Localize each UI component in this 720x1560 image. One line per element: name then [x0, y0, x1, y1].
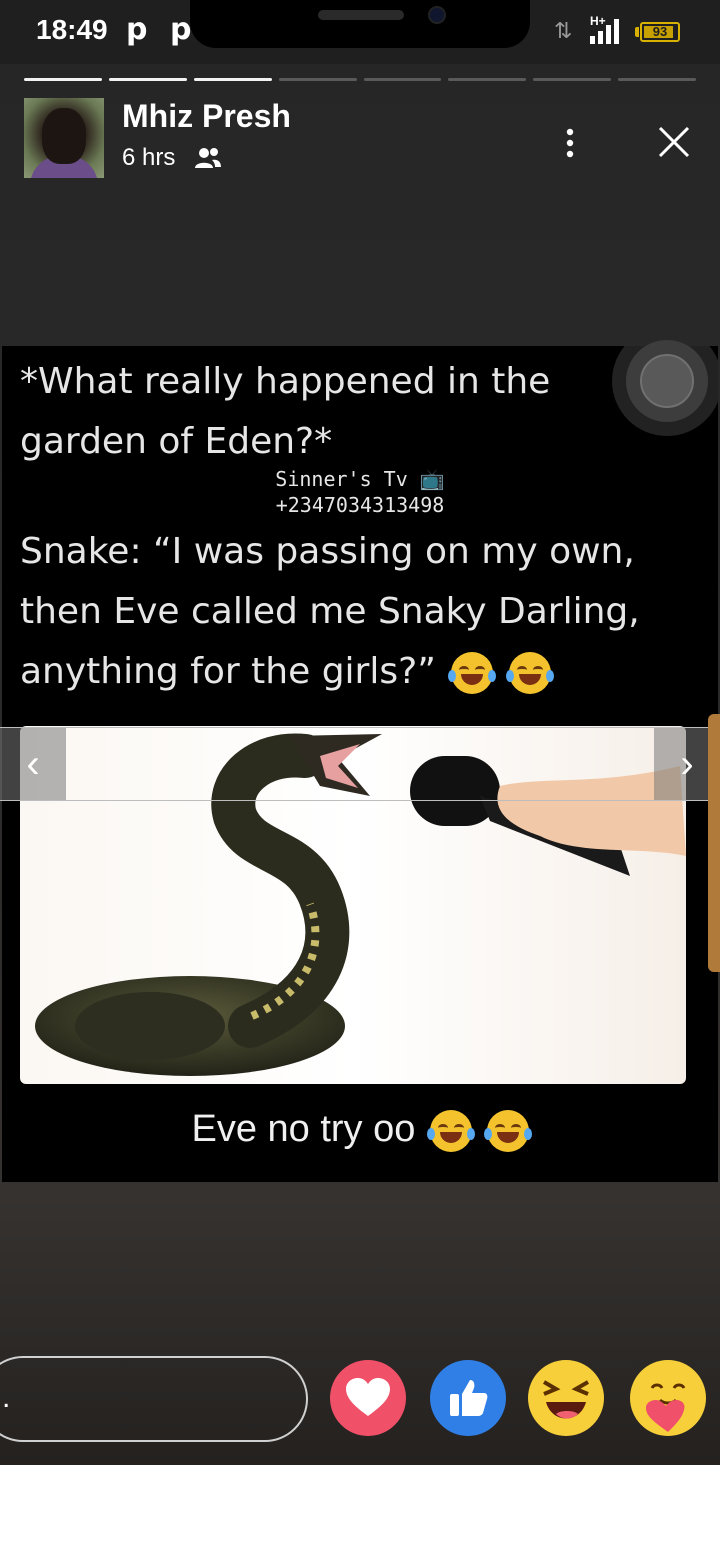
story-progress — [24, 78, 696, 82]
thumbs-up-icon — [450, 1380, 488, 1416]
care-reaction-button[interactable] — [630, 1360, 706, 1436]
battery-percent: 93 — [652, 24, 668, 39]
speaker-slot — [318, 10, 404, 20]
front-camera — [428, 6, 446, 24]
status-bar: 18:49 p p p ⇅ H+ 93 — [0, 0, 720, 64]
love-reaction-button[interactable] — [330, 1360, 406, 1436]
notification-icon: p — [170, 12, 192, 47]
laughing-emoji-icon — [483, 1109, 532, 1152]
floating-bubble-core — [640, 354, 694, 408]
side-edge-tab[interactable] — [708, 714, 720, 972]
laughing-emoji-icon — [426, 1109, 475, 1152]
meme-caption-middle: Snake: “I was passing on my own, then Ev… — [20, 522, 700, 702]
friends-icon — [195, 148, 221, 168]
story-progress-segment — [108, 78, 187, 81]
haha-reaction-button[interactable] — [528, 1360, 604, 1436]
author-name[interactable]: Mhiz Presh — [122, 98, 291, 135]
data-transfer-icon: ⇅ — [554, 18, 573, 43]
network-type: H+ — [590, 14, 606, 28]
avatar[interactable] — [24, 98, 104, 178]
story-progress-segment — [278, 78, 357, 81]
watermark-phone: +2347034313498 — [275, 493, 445, 517]
meme-watermark: Sinner's Tv 📺 +2347034313498 — [2, 466, 718, 518]
story-viewer: 18:49 p p p ⇅ H+ 93 Mhiz Presh 6 hrs — [0, 0, 720, 1465]
notification-icon: p — [126, 12, 148, 47]
floating-bubble[interactable] — [612, 326, 720, 436]
story-progress-segment — [363, 78, 442, 81]
close-icon[interactable] — [656, 124, 692, 160]
camera-notch — [190, 0, 530, 48]
more-options-icon[interactable] — [558, 124, 582, 164]
watermark-name: Sinner's Tv 📺 — [275, 467, 445, 491]
heart-icon — [346, 1378, 390, 1416]
haha-face-icon — [542, 1380, 590, 1419]
story-progress-segment — [193, 78, 272, 81]
meme-caption-bottom-text: Eve no try oo — [191, 1108, 416, 1150]
nav-guide-line — [66, 727, 654, 801]
chevron-left-icon: ‹ — [26, 741, 40, 786]
laughing-emoji-icon — [505, 652, 554, 694]
meme-caption-bottom: Eve no try oo — [2, 1108, 718, 1152]
story-progress-segment — [24, 78, 102, 81]
story-progress-segment — [448, 78, 527, 81]
story-progress-segment — [618, 78, 696, 81]
reply-input-value: . — [2, 1381, 11, 1414]
laughing-emoji-icon — [448, 652, 497, 694]
floating-bubble-ring — [626, 340, 708, 422]
battery-tip — [635, 27, 639, 37]
reply-input[interactable]: . — [0, 1356, 308, 1442]
care-face-icon — [646, 1383, 686, 1432]
battery-icon: 93 — [640, 22, 680, 42]
like-reaction-button[interactable] — [430, 1360, 506, 1436]
story-progress-segment — [533, 78, 612, 81]
previous-story-button[interactable]: ‹ — [0, 727, 66, 801]
meme-caption-top: *What really happened in the garden of E… — [20, 361, 551, 462]
avatar-face — [42, 108, 86, 164]
post-time: 6 hrs — [122, 144, 176, 171]
status-time: 18:49 — [36, 14, 108, 45]
